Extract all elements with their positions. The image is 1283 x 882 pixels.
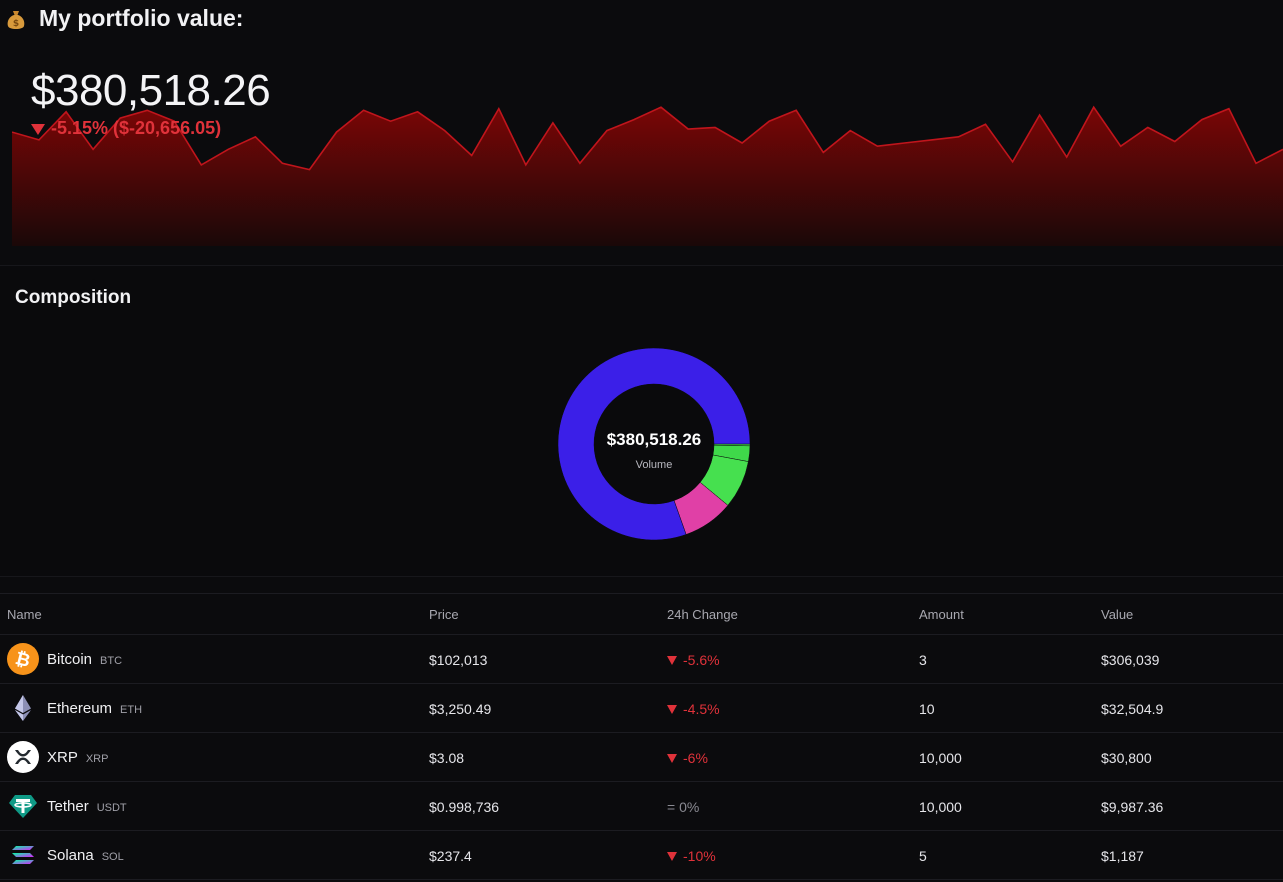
portfolio-change-text: -5.15% ($-20,656.05) — [51, 118, 222, 138]
down-triangle-icon — [667, 753, 677, 763]
coin-change: -6% — [667, 750, 708, 766]
portfolio-header: $ My portfolio value: — [0, 0, 1283, 40]
down-triangle-icon — [667, 851, 677, 861]
coin-name: Ethereum — [47, 700, 113, 717]
coin-change-text: -6% — [683, 750, 708, 766]
solana-icon — [12, 846, 34, 864]
coin-name: Bitcoin — [47, 651, 93, 668]
composition-card: Composition $380,518.26 Volume — [0, 266, 1283, 577]
coin-symbol: ETH — [120, 704, 143, 716]
header-name[interactable]: Name — [7, 607, 42, 622]
ethereum-icon — [15, 695, 31, 721]
coin-symbol: SOL — [101, 851, 124, 863]
coin-change: -10% — [667, 848, 716, 864]
down-triangle-icon — [31, 124, 45, 135]
coin-symbol: XRP — [85, 753, 109, 765]
table-header: Name Price 24h Change Amount Value — [0, 594, 1283, 635]
header-amount[interactable]: Amount — [919, 607, 964, 622]
table-row[interactable]: Solana SOL $237.4 -10% 5 $1,187 — [0, 831, 1283, 880]
table-row[interactable]: Ethereum ETH $3,250.49 -4.5% 10 $32,504.9 — [0, 684, 1283, 733]
down-triangle-icon — [667, 655, 677, 665]
composition-title: Composition — [15, 287, 132, 308]
coin-value: $1,187 — [1101, 848, 1144, 864]
down-triangle-icon — [667, 704, 677, 714]
coin-name: Solana — [47, 847, 94, 864]
header-value[interactable]: Value — [1101, 607, 1133, 622]
tether-icon — [9, 795, 37, 818]
coin-amount: 5 — [919, 848, 927, 864]
coin-price: $3.08 — [429, 750, 465, 766]
coin-price: $102,013 — [429, 652, 488, 668]
page-title: My portfolio value: — [39, 5, 244, 31]
coin-change-text: -5.6% — [683, 652, 720, 668]
coin-change: -5.6% — [667, 652, 720, 668]
table-row[interactable]: ₿ Bitcoin BTC $102,013 -5.6% 3 $306,039 — [0, 635, 1283, 684]
table-row[interactable]: Tether USDT $0.998,736 = 0% 10,000 $9,987… — [0, 782, 1283, 831]
coin-price: $237.4 — [429, 848, 472, 864]
header-change[interactable]: 24h Change — [667, 607, 738, 622]
donut-center-label: Volume — [635, 459, 673, 471]
coin-value: $306,039 — [1101, 652, 1160, 668]
table-row[interactable]: XRP XRP $3.08 -6% 10,000 $30,800 — [0, 733, 1283, 782]
coin-change-text: -10% — [683, 848, 716, 864]
portfolio-change: -5.15% ($-20,656.05) — [31, 118, 221, 139]
holdings-table: Name Price 24h Change Amount Value ₿ Bit… — [0, 593, 1283, 880]
svg-text:$: $ — [13, 19, 19, 29]
money-bag-icon: $ — [7, 11, 25, 29]
donut-center-value: $380,518.26 — [606, 430, 702, 449]
xrp-icon — [7, 741, 39, 773]
header-price[interactable]: Price — [429, 607, 459, 622]
coin-change-text: -4.5% — [683, 701, 720, 717]
coin-value: $32,504.9 — [1101, 701, 1164, 717]
coin-price: $0.998,736 — [429, 799, 500, 815]
coin-amount: 3 — [919, 652, 927, 668]
coin-amount: 10,000 — [919, 750, 962, 766]
portfolio-total-value: $380,518.26 — [31, 66, 271, 115]
coin-symbol: USDT — [96, 802, 127, 814]
coin-amount: 10,000 — [919, 799, 962, 815]
coin-price: $3,250.49 — [429, 701, 492, 717]
coin-change: = 0% — [667, 799, 700, 815]
coin-symbol: BTC — [100, 655, 123, 667]
coin-name: Tether — [47, 798, 89, 815]
coin-change: -4.5% — [667, 701, 720, 717]
bitcoin-icon: ₿ — [7, 643, 39, 675]
coin-name: XRP — [47, 749, 78, 766]
coin-value: $30,800 — [1101, 750, 1152, 766]
coin-amount: 10 — [919, 701, 935, 717]
coin-value: $9,987.36 — [1101, 799, 1164, 815]
